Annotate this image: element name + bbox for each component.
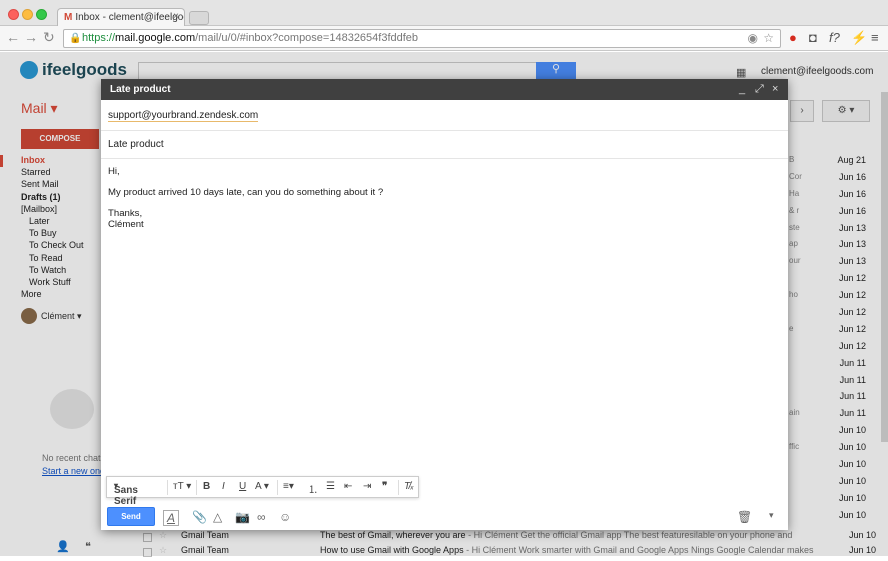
subject-field[interactable]: Late product — [108, 139, 164, 150]
close-window-button[interactable] — [8, 9, 19, 20]
browser-toolbar: ← → ↻ 🔒 https://mail.google.com/mail/u/0… — [0, 26, 888, 51]
link-icon[interactable]: ∞ — [257, 510, 266, 524]
body-line: Hi, — [108, 166, 120, 177]
popout-icon[interactable]: ⤢ — [755, 83, 764, 96]
tab-close-icon[interactable]: × — [173, 11, 179, 22]
browser-tab[interactable]: MInbox - clement@ifeelgoods × — [57, 8, 185, 27]
drive-icon[interactable]: △ — [213, 510, 222, 524]
to-field[interactable]: support@yourbrand.zendesk.com — [108, 110, 259, 122]
emoji-icon[interactable]: ☺ — [279, 510, 291, 524]
attach-icon[interactable]: 📎 — [192, 510, 207, 524]
text-color-icon[interactable]: A ▾ — [255, 481, 269, 492]
menu-icon[interactable]: ≡ — [871, 30, 879, 45]
body-line — [108, 199, 383, 210]
body-line: Clément — [108, 218, 144, 230]
underline-icon[interactable]: U — [239, 481, 246, 492]
divider — [101, 130, 788, 131]
opera-extension-icon[interactable]: ● — [789, 30, 797, 45]
minimize-window-button[interactable] — [22, 9, 33, 20]
photo-icon[interactable]: 📷 — [235, 510, 250, 524]
bold-icon[interactable]: B — [203, 481, 210, 492]
divider — [101, 158, 788, 159]
minimize-icon[interactable]: _ — [739, 83, 745, 95]
indent-more-icon[interactable]: ⇥ — [363, 481, 371, 492]
italic-icon[interactable]: I — [222, 481, 225, 492]
compose-title[interactable]: Late product — [101, 79, 788, 100]
to-recipient[interactable]: support@yourbrand.zendesk.com — [108, 110, 259, 122]
font-family-select[interactable]: Sans Serif ▾ — [114, 481, 138, 507]
bulleted-list-icon[interactable]: ☰ — [326, 481, 335, 492]
formula-extension-icon[interactable]: f? — [829, 30, 840, 45]
back-icon[interactable]: ← — [6, 29, 20, 45]
url-path: /mail/u/0/#inbox?compose=14832654f3fddfe… — [195, 32, 419, 44]
close-icon[interactable]: × — [772, 83, 778, 95]
trash-icon[interactable]: 🗑 — [737, 510, 752, 524]
url-scheme: https:// — [82, 32, 116, 44]
remove-formatting-icon[interactable]: T̸ₓ — [404, 481, 414, 492]
lock-icon: 🔒 — [69, 33, 82, 44]
indent-less-icon[interactable]: ⇤ — [344, 481, 352, 492]
compose-window: Late product _ ⤢ × support@yourbrand.zen… — [101, 79, 788, 530]
forward-icon[interactable]: → — [24, 29, 38, 45]
font-size-icon[interactable]: ᴛT ▾ — [173, 481, 191, 492]
pocket-extension-icon[interactable]: ◘ — [809, 30, 817, 45]
window-titlebar: MInbox - clement@ifeelgoods × — [0, 0, 888, 27]
quote-icon[interactable]: ❞ — [382, 481, 387, 492]
align-icon[interactable]: ≡▾ — [283, 481, 294, 492]
formatting-toolbar: Sans Serif ▾ ᴛT ▾ B I U A ▾ ≡▾ ⒈ ☰ ⇤ ⇥ ❞… — [106, 476, 419, 507]
send-button[interactable]: Send — [107, 507, 155, 526]
gmail-icon: M — [64, 12, 73, 23]
body-line: My product arrived 10 days late, can you… — [108, 187, 384, 198]
url-domain: mail.google.com — [115, 32, 196, 44]
font-name: Sans Serif — [114, 485, 138, 507]
formatting-options-icon[interactable]: A — [163, 510, 180, 526]
message-body[interactable]: Hi, My product arrived 10 days late, can … — [108, 166, 384, 230]
body-line: Thanks, — [108, 208, 143, 219]
address-bar[interactable]: 🔒 https://mail.google.com/mail/u/0/#inbo… — [63, 29, 781, 48]
eye-icon[interactable]: ◉ — [748, 31, 758, 45]
reload-icon[interactable]: ↻ — [43, 29, 55, 46]
numbered-list-icon[interactable]: ⒈ — [308, 481, 318, 496]
zoom-window-button[interactable] — [36, 9, 47, 20]
more-options-icon[interactable]: ▾ — [769, 510, 774, 521]
bookmark-star-icon[interactable]: ☆ — [763, 31, 774, 45]
signal-extension-icon[interactable]: ⚡ — [851, 30, 867, 46]
new-tab-button[interactable] — [189, 11, 209, 25]
tab-title: Inbox - clement@ifeelgoods — [75, 12, 184, 23]
